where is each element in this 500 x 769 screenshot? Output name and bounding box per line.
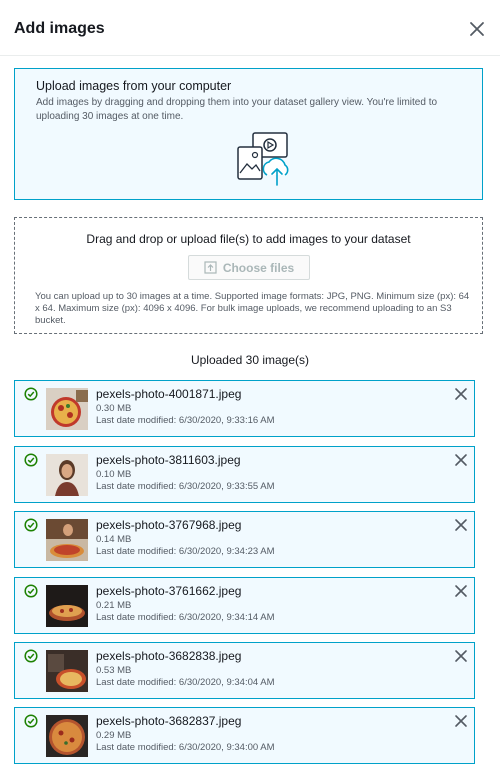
file-thumbnail xyxy=(46,519,88,561)
file-date: Last date modified: 6/30/2020, 9:34:14 A… xyxy=(96,612,275,623)
check-circle-icon xyxy=(24,584,38,598)
upload-illustration-icon xyxy=(237,132,289,186)
check-circle-icon xyxy=(24,453,38,467)
upload-info-box: Upload images from your computer Add ima… xyxy=(14,68,483,200)
file-item: pexels-photo-3811603.jpeg 0.10 MB Last d… xyxy=(14,446,475,503)
file-name: pexels-photo-3682837.jpeg xyxy=(96,714,242,728)
check-circle-icon xyxy=(24,714,38,728)
file-item: pexels-photo-3761662.jpeg 0.21 MB Last d… xyxy=(14,577,475,634)
remove-file-icon[interactable] xyxy=(454,453,468,467)
file-size: 0.10 MB xyxy=(96,469,132,480)
check-circle-icon xyxy=(24,649,38,663)
dropzone-help-text: You can upload up to 30 images at a time… xyxy=(35,291,470,326)
file-item: pexels-photo-3767968.jpeg 0.14 MB Last d… xyxy=(14,511,475,568)
remove-file-icon[interactable] xyxy=(454,387,468,401)
check-circle-icon xyxy=(24,387,38,401)
file-name: pexels-photo-3761662.jpeg xyxy=(96,584,242,598)
dropzone-title: Drag and drop or upload file(s) to add i… xyxy=(86,232,411,246)
file-thumbnail xyxy=(46,454,88,496)
file-name: pexels-photo-3767968.jpeg xyxy=(96,518,242,532)
file-size: 0.30 MB xyxy=(96,403,132,414)
remove-file-icon[interactable] xyxy=(454,518,468,532)
remove-file-icon[interactable] xyxy=(454,649,468,663)
check-circle-icon xyxy=(24,518,38,532)
file-size: 0.29 MB xyxy=(96,730,132,741)
file-date: Last date modified: 6/30/2020, 9:33:55 A… xyxy=(96,481,275,492)
file-name: pexels-photo-4001871.jpeg xyxy=(96,387,242,401)
modal-title: Add images xyxy=(14,20,105,37)
file-size: 0.14 MB xyxy=(96,534,132,545)
file-item: pexels-photo-3682838.jpeg 0.53 MB Last d… xyxy=(14,642,475,699)
file-date: Last date modified: 6/30/2020, 9:34:04 A… xyxy=(96,677,275,688)
file-date: Last date modified: 6/30/2020, 9:34:00 A… xyxy=(96,742,275,753)
remove-file-icon[interactable] xyxy=(454,584,468,598)
file-thumbnail xyxy=(46,650,88,692)
file-dropzone[interactable]: Drag and drop or upload file(s) to add i… xyxy=(14,217,483,334)
file-thumbnail xyxy=(46,585,88,627)
file-date: Last date modified: 6/30/2020, 9:33:16 A… xyxy=(96,415,275,426)
modal-header: Add images xyxy=(0,0,500,56)
file-item: pexels-photo-3682837.jpeg 0.29 MB Last d… xyxy=(14,707,475,764)
file-name: pexels-photo-3811603.jpeg xyxy=(96,453,241,467)
remove-file-icon[interactable] xyxy=(454,714,468,728)
close-icon[interactable] xyxy=(468,20,486,38)
file-thumbnail xyxy=(46,388,88,430)
choose-files-label: Choose files xyxy=(222,260,295,275)
info-description: Add images by dragging and dropping them… xyxy=(36,97,438,122)
info-title: Upload images from your computer xyxy=(36,79,232,93)
upload-icon xyxy=(204,261,217,274)
file-size: 0.21 MB xyxy=(96,600,132,611)
file-thumbnail xyxy=(46,715,88,757)
file-size: 0.53 MB xyxy=(96,665,132,676)
file-date: Last date modified: 6/30/2020, 9:34:23 A… xyxy=(96,546,275,557)
choose-files-button[interactable]: Choose files xyxy=(188,255,310,280)
file-item: pexels-photo-4001871.jpeg 0.30 MB Last d… xyxy=(14,380,475,437)
uploaded-count: Uploaded 30 image(s) xyxy=(190,353,310,367)
file-name: pexels-photo-3682838.jpeg xyxy=(96,649,242,663)
